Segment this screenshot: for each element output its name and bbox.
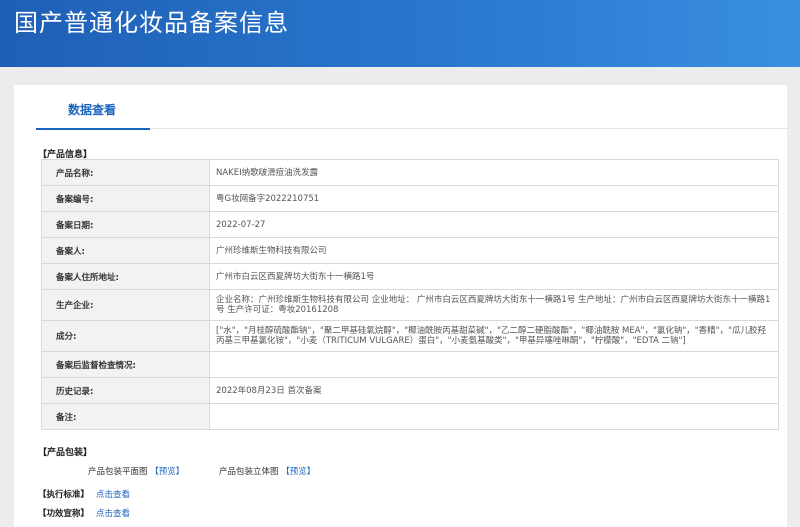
row-value: 广州珍维斯生物科技有限公司 xyxy=(209,237,779,264)
tab-data-view[interactable]: 数据查看 xyxy=(36,99,148,129)
row-value: 企业名称：广州珍维斯生物科技有限公司 企业地址： 广州市白云区西夏牌坊大街东十一… xyxy=(209,289,779,321)
row-value: 2022-07-27 xyxy=(209,211,779,238)
row-key: 备案日期: xyxy=(41,211,210,238)
packaging-solid-preview-link[interactable]: 【预览】 xyxy=(281,467,315,477)
row-value: 广州市白云区西夏牌坊大街东十一横路1号 xyxy=(209,263,779,290)
packaging-solid-label: 产品包装立体图 xyxy=(219,467,279,477)
row-value: 粤G妆网备字2022210751 xyxy=(209,185,779,212)
row-key: 备案人: xyxy=(41,237,210,264)
efficacy-view-link[interactable]: 点击查看 xyxy=(96,509,130,519)
packaging-flat-preview-link[interactable]: 【预览】 xyxy=(150,467,184,477)
table-row: 生产企业: 企业名称：广州珍维斯生物科技有限公司 企业地址： 广州市白云区西夏牌… xyxy=(41,289,779,321)
row-key: 备案人住所地址: xyxy=(41,263,210,290)
table-row: 历史记录: 2022年08月23日 首次备案 xyxy=(41,377,779,404)
standard-view-link[interactable]: 点击查看 xyxy=(96,490,130,500)
header-banner: 国产普通化妆品备案信息 xyxy=(0,0,800,67)
table-row: 备注: xyxy=(41,403,779,430)
page-title: 国产普通化妆品备案信息 xyxy=(14,9,289,37)
table-row: 产品名称: NAKEI纳歌啵滑痘油洗发露 xyxy=(41,159,779,186)
row-value: NAKEI纳歌啵滑痘油洗发露 xyxy=(209,159,779,186)
row-key: 备案后监督检查情况: xyxy=(41,351,210,378)
row-key: 历史记录: xyxy=(41,377,210,404)
table-row: 备案人: 广州珍维斯生物科技有限公司 xyxy=(41,237,779,264)
table-row: 备案日期: 2022-07-27 xyxy=(41,211,779,238)
standard-row: 【执行标准】 点击查看 xyxy=(38,488,130,500)
table-row: 备案后监督检查情况: xyxy=(41,351,779,378)
row-value xyxy=(209,351,779,378)
table-row: 成分: ["水"，"月桂醇硫酸酯钠"，"聚二甲基硅氧烷醇"，"椰油酰胺丙基甜菜碱… xyxy=(41,320,779,352)
tab-divider xyxy=(150,128,787,129)
efficacy-label: 【功效宣称】 xyxy=(38,509,90,519)
row-key: 生产企业: xyxy=(41,289,210,321)
row-value xyxy=(209,403,779,430)
packaging-flat-item: 产品包装平面图 【预览】 xyxy=(88,465,184,477)
row-key: 产品名称: xyxy=(41,159,210,186)
packaging-solid-item: 产品包装立体图 【预览】 xyxy=(219,465,315,477)
table-row: 备案人住所地址: 广州市白云区西夏牌坊大街东十一横路1号 xyxy=(41,263,779,290)
tab-active-indicator xyxy=(36,128,150,130)
product-info-table: 产品名称: NAKEI纳歌啵滑痘油洗发露 备案编号: 粤G妆网备字2022210… xyxy=(41,159,779,430)
row-key: 备注: xyxy=(41,403,210,430)
row-key: 备案编号: xyxy=(41,185,210,212)
table-row: 备案编号: 粤G妆网备字2022210751 xyxy=(41,185,779,212)
content-panel: 数据查看 【产品信息】 产品名称: NAKEI纳歌啵滑痘油洗发露 备案编号: 粤… xyxy=(14,85,787,527)
standard-label: 【执行标准】 xyxy=(38,490,90,500)
row-value: ["水"，"月桂醇硫酸酯钠"，"聚二甲基硅氧烷醇"，"椰油酰胺丙基甜菜碱"，"乙… xyxy=(209,320,779,352)
efficacy-row: 【功效宣称】 点击查看 xyxy=(38,507,130,519)
row-value: 2022年08月23日 首次备案 xyxy=(209,377,779,404)
packaging-section-label: 【产品包装】 xyxy=(38,448,93,458)
row-key: 成分: xyxy=(41,320,210,352)
packaging-flat-label: 产品包装平面图 xyxy=(88,467,148,477)
